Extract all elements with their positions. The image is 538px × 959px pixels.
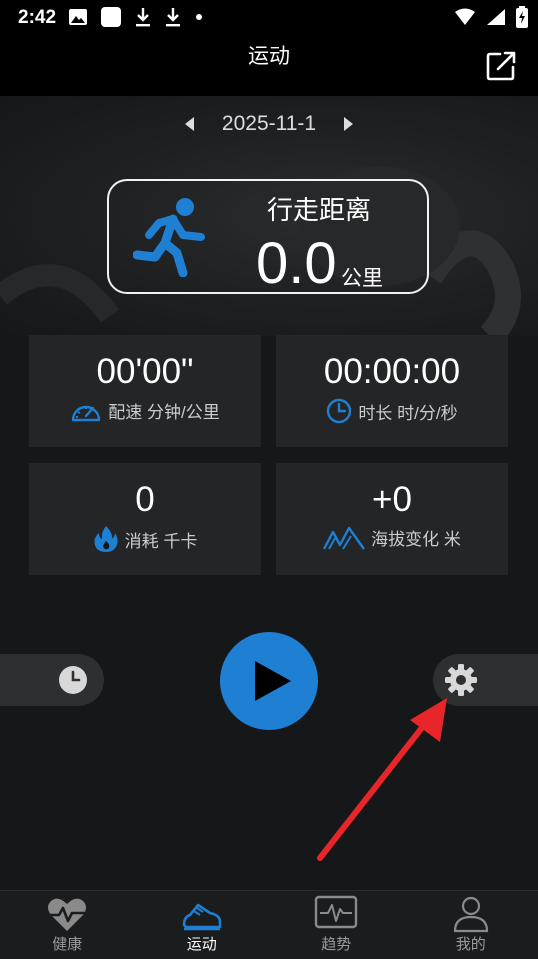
- download-icon: [164, 7, 182, 27]
- share-icon[interactable]: [484, 49, 518, 83]
- heart-pulse-icon: [45, 895, 89, 933]
- duration-label-row: 时长 时/分/秒: [276, 398, 508, 424]
- download-icon: [134, 7, 152, 27]
- altitude-label: 海拔变化 米: [371, 525, 461, 550]
- speedometer-icon: [70, 399, 102, 423]
- previous-date-button[interactable]: [185, 117, 194, 131]
- nav-mine-label: 我的: [456, 933, 486, 954]
- pace-value: 00'00": [29, 352, 261, 392]
- trend-monitor-icon: [314, 895, 358, 933]
- mountain-icon: [323, 526, 365, 550]
- wifi-icon: [454, 8, 476, 26]
- page-title: 运动: [0, 40, 538, 70]
- history-button[interactable]: [0, 654, 104, 706]
- pace-label: 配速 分钟/公里: [108, 398, 219, 423]
- flame-icon: [93, 525, 119, 553]
- nav-sport[interactable]: 运动: [135, 891, 270, 959]
- altitude-value: +0: [276, 480, 508, 520]
- dot-icon: [194, 12, 204, 22]
- altitude-label-row: 海拔变化 米: [276, 525, 508, 550]
- shoe-icon: [180, 895, 224, 933]
- signal-icon: [486, 8, 506, 26]
- nav-trend[interactable]: 趋势: [269, 891, 404, 959]
- status-time: 2:42: [18, 7, 56, 29]
- battery-icon: [516, 6, 528, 28]
- runner-icon: [133, 197, 209, 277]
- current-date: 2025-11-1: [222, 112, 316, 136]
- clock-icon: [326, 398, 352, 424]
- next-date-button[interactable]: [344, 117, 353, 131]
- notification-icons: [68, 6, 204, 28]
- nav-sport-label: 运动: [187, 933, 217, 954]
- play-icon: [253, 659, 293, 703]
- calories-label-row: 消耗 千卡: [29, 525, 261, 553]
- distance-unit: 公里: [341, 262, 383, 292]
- distance-label: 行走距离: [267, 190, 371, 227]
- app-square-icon: [100, 6, 122, 28]
- system-icons: [454, 6, 528, 28]
- duration-label: 时长 时/分/秒: [358, 399, 457, 424]
- date-navigator: 2025-11-1: [0, 112, 538, 136]
- image-icon: [68, 8, 88, 26]
- duration-value: 00:00:00: [276, 352, 508, 392]
- nav-mine[interactable]: 我的: [404, 891, 538, 959]
- calories-label: 消耗 千卡: [125, 527, 198, 552]
- start-workout-button[interactable]: [220, 632, 318, 730]
- bottom-nav: 健康 运动 趋势 我的: [0, 890, 538, 959]
- annotation-arrow: [310, 690, 460, 865]
- person-icon: [449, 895, 493, 933]
- nav-health[interactable]: 健康: [0, 891, 135, 959]
- nav-trend-label: 趋势: [321, 933, 351, 954]
- pace-label-row: 配速 分钟/公里: [29, 398, 261, 423]
- calories-value: 0: [29, 480, 261, 520]
- nav-health-label: 健康: [52, 933, 82, 954]
- distance-value: 0.0: [256, 230, 337, 297]
- history-clock-icon: [58, 665, 88, 695]
